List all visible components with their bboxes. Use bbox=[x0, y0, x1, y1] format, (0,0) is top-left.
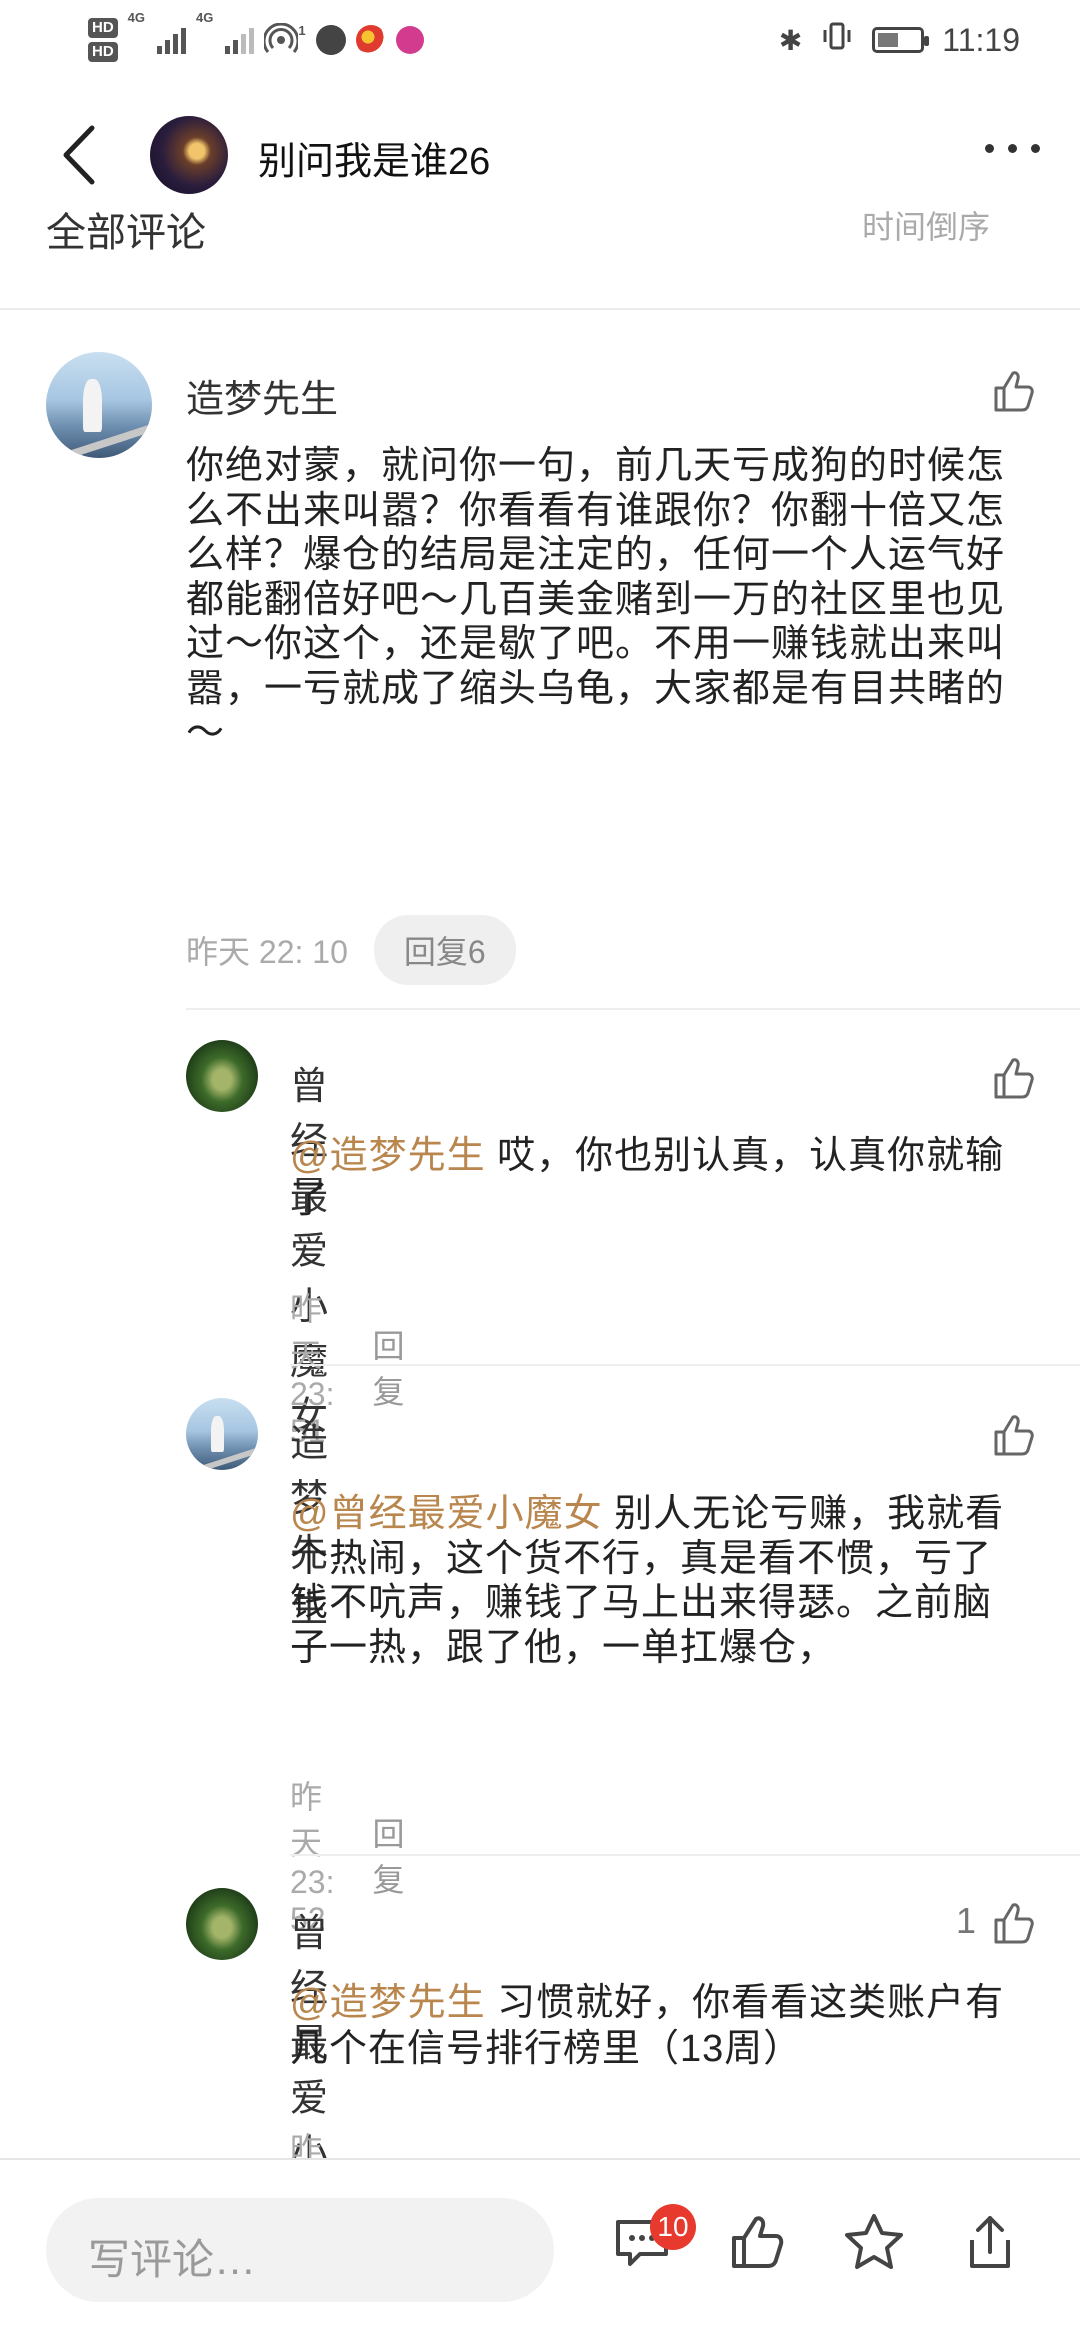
avatar[interactable] bbox=[186, 1888, 258, 1960]
bluetooth-icon: ✱ bbox=[778, 24, 803, 56]
battery-level bbox=[878, 33, 899, 47]
divider bbox=[290, 1364, 1080, 1366]
avatar[interactable] bbox=[46, 352, 152, 458]
comment-input-placeholder: 写评论… bbox=[88, 2236, 257, 2283]
app-notification-icon bbox=[315, 25, 346, 55]
signal-icon-2 bbox=[225, 26, 255, 54]
reply-text: @曾经最爱小魔女 别人无论亏赚，我就看个热闹，这个货不行，真是看不惯，亏了钱不吭… bbox=[290, 1492, 1030, 1672]
like-icon[interactable] bbox=[726, 2210, 790, 2274]
comment-meta: 昨天 22: 10 回复6 bbox=[186, 915, 516, 985]
mention-link[interactable]: @造梦先生 bbox=[290, 1135, 486, 1177]
page-title[interactable]: 别问我是谁26 bbox=[258, 130, 490, 185]
comment-count-badge: 10 bbox=[650, 2204, 696, 2250]
hotspot-icon: 1 bbox=[264, 23, 306, 57]
hotspot-count: 1 bbox=[298, 23, 306, 38]
reply-button[interactable]: 回复 bbox=[372, 1321, 404, 1413]
author-avatar[interactable] bbox=[150, 116, 228, 194]
weibo-icon bbox=[355, 25, 386, 55]
hd-badge-2: HD bbox=[88, 42, 118, 62]
hd-badge-1: HD bbox=[88, 18, 118, 38]
status-right: ✱ 11:19 bbox=[779, 14, 1020, 66]
hd-indicators: HD HD bbox=[88, 18, 118, 62]
clock: 11:19 bbox=[942, 21, 1020, 58]
vibrate-icon bbox=[820, 19, 854, 61]
comment-input[interactable]: 写评论… bbox=[46, 2198, 554, 2302]
mention-link[interactable]: @曾经最爱小魔女 bbox=[290, 1493, 603, 1535]
network-type-2: 4G bbox=[196, 10, 214, 25]
bottom-action-bar: 写评论… 10 bbox=[0, 2158, 1080, 2342]
view-replies-button[interactable]: 回复6 bbox=[373, 915, 516, 985]
share-icon[interactable] bbox=[958, 2210, 1022, 2274]
status-left: HD HD 4G 4G 1 bbox=[88, 10, 424, 70]
signal-icon-1 bbox=[157, 26, 187, 54]
comment-time: 昨天 22: 10 bbox=[186, 934, 348, 970]
more-options-icon[interactable] bbox=[985, 144, 1040, 153]
battery-icon bbox=[872, 27, 930, 53]
back-arrow-icon bbox=[63, 125, 95, 185]
mention-link[interactable]: @造梦先生 bbox=[290, 1982, 486, 2024]
reply-text: @造梦先生 哎，你也别认真，认真你就输了 bbox=[290, 1134, 1030, 1222]
app-icon bbox=[395, 26, 424, 54]
comment-username[interactable]: 造梦先生 bbox=[186, 368, 338, 423]
like-icon[interactable] bbox=[988, 1410, 1038, 1460]
divider bbox=[186, 1008, 1080, 1010]
like-icon[interactable] bbox=[988, 1898, 1038, 1948]
back-button[interactable] bbox=[52, 122, 112, 188]
divider bbox=[290, 1854, 1080, 1856]
like-icon[interactable] bbox=[988, 366, 1038, 416]
network-type-1: 4G bbox=[127, 10, 146, 25]
nav-bar: 别问我是谁26 bbox=[0, 100, 1080, 210]
comment-text: 你绝对蒙，就问你一句，前几天亏成狗的时候怎么不出来叫嚣？你看看有谁跟你？你翻十倍… bbox=[186, 445, 1006, 754]
reply-text: @造梦先生 习惯就好，你看看这类账户有几个在信号排行榜里（13周） bbox=[290, 1980, 1030, 2072]
section-title: 全部评论 bbox=[46, 211, 206, 255]
like-icon[interactable] bbox=[988, 1053, 1038, 1103]
star-icon[interactable] bbox=[842, 2210, 906, 2274]
comments-section-header: 全部评论 时间倒序 bbox=[0, 210, 1080, 310]
avatar[interactable] bbox=[186, 1040, 258, 1112]
avatar[interactable] bbox=[186, 1398, 258, 1470]
like-count: 1 bbox=[956, 1900, 977, 1941]
sort-toggle[interactable]: 时间倒序 bbox=[862, 210, 990, 248]
status-bar: HD HD 4G 4G 1 ✱ 11:19 bbox=[0, 0, 1080, 80]
